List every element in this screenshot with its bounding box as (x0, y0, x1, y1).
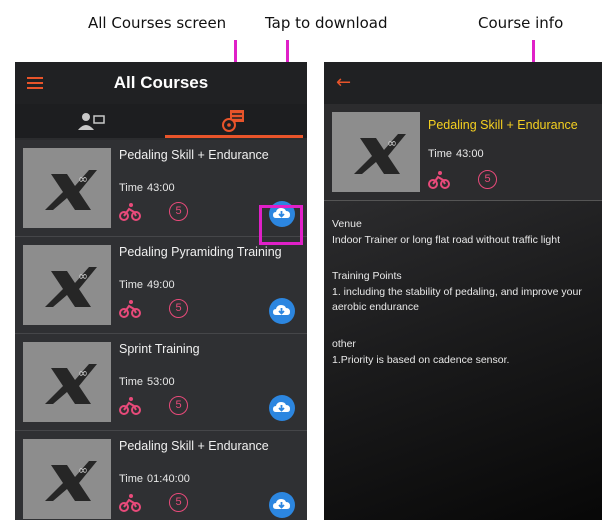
cycling-icon (119, 203, 141, 221)
tab-bar (15, 104, 307, 138)
training-points-text: 1. including the stability of pedaling, … (332, 286, 582, 313)
svg-text:∞: ∞ (78, 269, 88, 283)
x-logo-icon: ∞ (45, 364, 97, 404)
course-time: Time 53:00 (119, 376, 175, 388)
course-thumbnail: ∞ (23, 439, 111, 519)
other-heading: other (332, 338, 356, 350)
level-badge: 5 (478, 170, 497, 189)
course-time: Time 43:00 (119, 182, 175, 194)
back-arrow-icon[interactable]: ← (336, 72, 351, 93)
venue-heading: Venue (332, 218, 362, 230)
course-time: Time 49:00 (119, 279, 175, 291)
app-bar: ← (324, 62, 602, 104)
course-info-screen: ← ∞ Pedaling Skill + Endurance Time 43:00… (324, 62, 602, 520)
cloud-download-icon (273, 305, 290, 315)
cycling-icon (119, 494, 141, 512)
download-button[interactable] (269, 492, 295, 518)
course-title: Pedaling Skill + Endurance (119, 148, 269, 162)
course-thumbnail: ∞ (332, 112, 420, 192)
annotation-tap-to-download: Tap to download (265, 14, 388, 32)
active-tab-indicator (165, 135, 303, 138)
x-logo-icon: ∞ (354, 134, 406, 174)
course-details: Venue Indoor Trainer or long flat road w… (324, 201, 602, 520)
download-button[interactable] (269, 395, 295, 421)
course-time: Time 01:40:00 (119, 473, 190, 485)
training-points-heading: Training Points (332, 270, 402, 282)
course-card[interactable]: ∞ Pedaling Pyramiding Training Time 49:00… (15, 237, 307, 334)
course-time: Time 43:00 (428, 148, 484, 160)
x-logo-icon: ∞ (45, 267, 97, 307)
course-title: Pedaling Skill + Endurance (428, 118, 578, 132)
course-title: Pedaling Pyramiding Training (119, 245, 282, 259)
annotation-course-info: Course info (478, 14, 564, 32)
tab-courses[interactable] (161, 104, 307, 138)
annotation-all-courses-screen: All Courses screen (88, 14, 227, 32)
cycling-icon (119, 397, 141, 415)
x-logo-icon: ∞ (45, 461, 97, 501)
level-badge: 5 (169, 299, 188, 318)
page-title: All Courses (113, 73, 209, 92)
cycling-icon (119, 300, 141, 318)
course-card[interactable]: ∞ Pedaling Skill + Endurance Time 01:40:0… (15, 431, 307, 520)
level-badge: 5 (169, 396, 188, 415)
course-title: Sprint Training (119, 342, 200, 356)
cloud-download-icon (273, 402, 290, 412)
cycling-icon (428, 171, 450, 189)
course-thumbnail: ∞ (23, 148, 111, 228)
x-logo-icon: ∞ (45, 170, 97, 210)
svg-text:∞: ∞ (78, 463, 88, 477)
course-header: ∞ Pedaling Skill + Endurance Time 43:00 5 (324, 104, 602, 201)
cloud-download-icon (273, 499, 290, 509)
app-bar: All Courses (15, 62, 307, 104)
course-title: Pedaling Skill + Endurance (119, 439, 269, 453)
person-settings-icon (78, 113, 105, 130)
calendar-clock-icon (222, 110, 244, 132)
download-button[interactable] (269, 298, 295, 324)
venue-text: Indoor Trainer or long flat road without… (332, 234, 561, 246)
course-card[interactable]: ∞ Sprint Training Time 53:00 5 (15, 334, 307, 431)
other-text: 1.Priority is based on cadence sensor. (332, 354, 510, 366)
course-thumbnail: ∞ (23, 245, 111, 325)
svg-text:∞: ∞ (387, 136, 397, 150)
svg-text:∞: ∞ (78, 172, 88, 186)
all-courses-screen: All Courses ∞ Pedaling Skill + Endurance… (15, 62, 307, 520)
svg-text:∞: ∞ (78, 366, 88, 380)
level-badge: 5 (169, 493, 188, 512)
level-badge: 5 (169, 202, 188, 221)
download-highlight-box (259, 205, 303, 245)
tab-personal[interactable] (15, 104, 161, 138)
course-thumbnail: ∞ (23, 342, 111, 422)
